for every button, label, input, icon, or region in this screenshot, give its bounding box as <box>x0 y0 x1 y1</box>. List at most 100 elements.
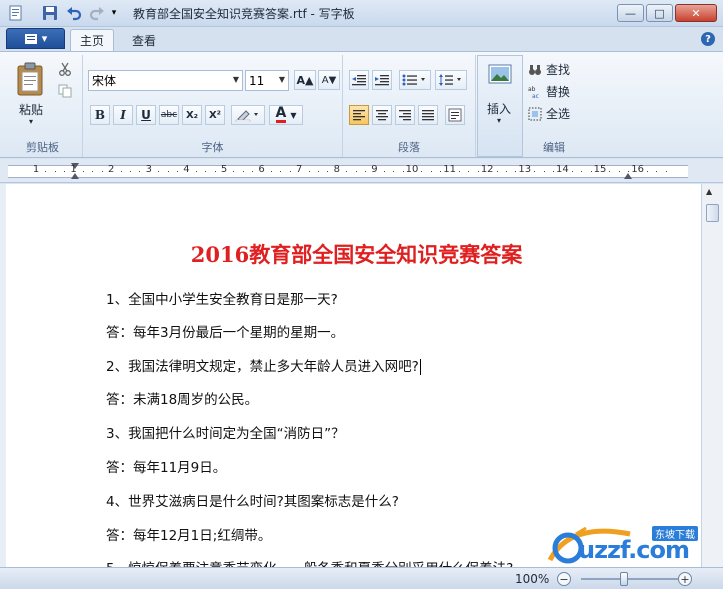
paragraph: 4、世界艾滋病日是什么时间?其图案标志是什么? <box>106 494 399 510</box>
watermark-tag: 东坡下载 <box>652 526 698 541</box>
paragraph-group-label: 段落 <box>398 141 420 154</box>
align-center-button[interactable] <box>372 105 392 125</box>
scroll-up-arrow-icon[interactable]: ▲ <box>706 187 712 196</box>
clipboard-group: 粘贴 ▾ 剪贴板 <box>3 55 83 157</box>
underline-button[interactable]: U <box>136 105 156 125</box>
grow-font-button[interactable]: A▲ <box>294 70 316 90</box>
quick-access-dropdown-icon[interactable]: ▾ <box>108 4 120 22</box>
subscript-button[interactable]: X₂ <box>182 105 202 125</box>
help-icon[interactable]: ? <box>701 32 715 46</box>
copy-icon[interactable] <box>55 81 75 101</box>
redo-icon[interactable] <box>87 4 107 22</box>
ruler-dot <box>543 171 545 172</box>
superscript-icon: X² <box>208 109 222 121</box>
paragraph-settings-icon <box>448 108 462 122</box>
ruler-tick-label: 8 <box>333 164 340 175</box>
ruler-tick-label: 6 <box>258 164 265 175</box>
paste-label: 粘贴 <box>19 103 44 117</box>
document-menu-icon <box>24 33 37 44</box>
minimize-button[interactable]: — <box>617 4 644 22</box>
decrease-indent-button[interactable] <box>349 70 369 90</box>
paragraph: 3、我国把什么时间定为全国“消防日”？ <box>106 426 345 442</box>
highlight-button[interactable] <box>231 105 265 125</box>
replace-button[interactable]: ab ac 替换 <box>528 83 570 100</box>
picture-icon <box>488 64 512 84</box>
align-right-icon <box>399 110 411 121</box>
font-family-value: 宋体 <box>92 74 117 88</box>
ruler-dot <box>609 171 611 172</box>
app-menu-icon[interactable] <box>6 4 26 22</box>
save-icon[interactable] <box>40 4 60 22</box>
justify-icon <box>422 110 434 121</box>
paragraph: 答：每年3月份最后一个星期的星期一。 <box>106 325 345 341</box>
chevron-down-icon: ▼ <box>278 75 285 84</box>
zoom-slider-thumb[interactable] <box>620 572 628 586</box>
font-size-select[interactable]: 11 ▼ <box>245 70 289 91</box>
italic-button[interactable]: I <box>113 105 133 125</box>
ruler-dot <box>665 171 667 172</box>
bullet-list-button[interactable] <box>399 70 431 90</box>
find-label: 查找 <box>546 63 571 77</box>
tab-home[interactable]: 主页 <box>70 29 114 51</box>
paragraph: 2、我国法律明文规定，禁止多大年龄人员进入网吧? <box>106 355 421 375</box>
ruler-dot <box>430 171 432 172</box>
chevron-down-icon: ▾ <box>497 116 502 125</box>
ruler-dot <box>92 171 94 172</box>
increase-indent-button[interactable] <box>372 70 392 90</box>
align-right-button[interactable] <box>395 105 415 125</box>
paragraph-text: 2、我国法律明文规定，禁止多大年龄人员进入网吧? <box>106 359 419 375</box>
ruler-dot <box>167 171 169 172</box>
undo-icon[interactable] <box>64 4 84 22</box>
select-all-button[interactable]: 全选 <box>528 105 570 122</box>
file-menu-button[interactable]: ▾ <box>6 28 65 49</box>
paste-button[interactable]: 粘贴 ▾ <box>13 59 49 129</box>
ruler-dot <box>205 171 207 172</box>
find-button[interactable]: 查找 <box>528 61 570 78</box>
scrollbar-thumb[interactable] <box>706 204 719 222</box>
font-color-button[interactable]: A ▼ <box>269 105 303 125</box>
paragraph-settings-button[interactable] <box>445 105 465 125</box>
paragraph: 答：未满18周岁的公民。 <box>106 392 259 408</box>
insert-button[interactable]: 插入 ▾ <box>480 58 520 154</box>
shrink-font-button[interactable]: A▼ <box>318 70 340 90</box>
strikethrough-button[interactable]: abc <box>159 105 179 125</box>
ruler-dot <box>628 171 630 172</box>
bold-button[interactable]: B <box>90 105 110 125</box>
tab-view[interactable]: 查看 <box>122 29 166 51</box>
ruler-tick-label: 2 <box>108 164 115 175</box>
ruler[interactable]: 1 1 2 3 4 5 6 7 8 9 10 11 12 13 14 15 16 <box>0 159 723 183</box>
justify-button[interactable] <box>418 105 438 125</box>
ruler-tick-label: 11 <box>443 164 456 175</box>
svg-text:ab: ab <box>528 86 536 93</box>
vertical-scrollbar[interactable]: ▲ <box>701 184 723 567</box>
ruler-dot <box>158 171 160 172</box>
paragraph: 答：每年12月1日;红绸带。 <box>106 528 272 544</box>
ruler-dot <box>440 171 442 172</box>
zoom-out-button[interactable]: − <box>557 572 571 586</box>
cut-icon[interactable] <box>55 59 75 79</box>
close-button[interactable]: ✕ <box>675 4 717 22</box>
clipboard-group-label: 剪贴板 <box>26 141 59 154</box>
align-left-button[interactable] <box>349 105 369 125</box>
ruler-dot <box>195 171 197 172</box>
document-area[interactable]: 2016教育部全国安全知识竞赛答案 1、全国中小学生安全教育日是那一天? 答：每… <box>0 184 701 567</box>
zoom-in-button[interactable]: + <box>678 572 692 586</box>
ruler-dot <box>214 171 216 172</box>
superscript-button[interactable]: X² <box>205 105 225 125</box>
ruler-tick-label: 1 <box>32 164 40 175</box>
ruler-dot <box>365 171 366 172</box>
ruler-dot <box>101 171 103 172</box>
paste-dropdown-icon[interactable]: ▾ <box>29 117 33 126</box>
bullet-list-icon <box>402 74 425 86</box>
line-spacing-button[interactable] <box>435 70 467 90</box>
ruler-dot <box>477 171 479 172</box>
shrink-font-icon: A▼ <box>321 74 337 86</box>
maximize-button[interactable]: □ <box>646 4 673 22</box>
line-spacing-icon <box>439 74 461 86</box>
paragraph: 5、惊惊保养要注意季节变化，一般冬季和夏季分别采用什么保养法? <box>106 557 513 567</box>
svg-text:ac: ac <box>532 93 539 99</box>
ruler-dot <box>656 171 658 172</box>
font-family-select[interactable]: 宋体 ▼ <box>88 70 243 91</box>
status-bar: 100% − + <box>0 567 723 589</box>
zoom-slider[interactable] <box>581 578 679 580</box>
